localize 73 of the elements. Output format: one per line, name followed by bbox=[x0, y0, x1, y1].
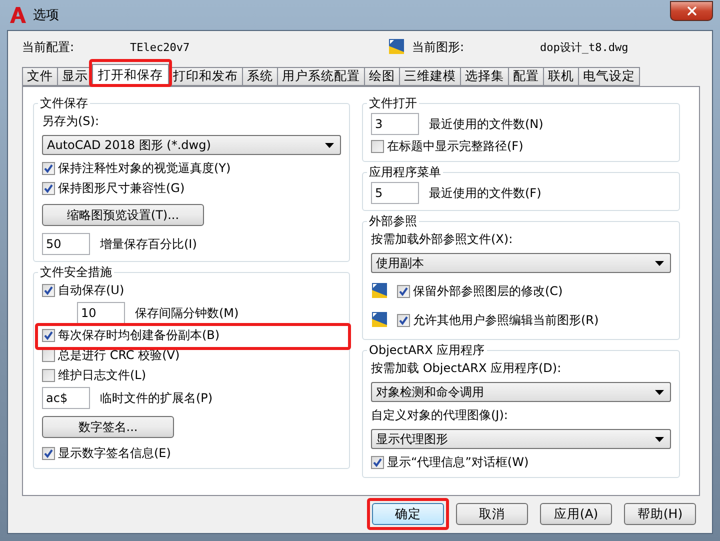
drawing-file-icon bbox=[371, 282, 389, 300]
dropdown[interactable]: 使用副本 bbox=[371, 253, 671, 273]
tab[interactable]: 文件 bbox=[22, 67, 58, 86]
checkbox[interactable]: 允许其他用户参照编辑当前图形(R) bbox=[397, 312, 599, 328]
tab[interactable]: 用户系统配置 bbox=[277, 67, 365, 86]
group-title: 应用程序菜单 bbox=[368, 164, 442, 181]
tab[interactable]: 电气设定 bbox=[578, 67, 640, 86]
dropdown[interactable]: AutoCAD 2018 图形 (*.dwg) bbox=[42, 135, 341, 155]
field-label: 最近使用的文件数(F) bbox=[429, 184, 542, 202]
tab[interactable]: 三维建模 bbox=[399, 67, 461, 86]
field-label: 临时文件的扩展名(P) bbox=[100, 390, 213, 406]
checkmark-icon bbox=[44, 449, 53, 458]
checkmark-icon bbox=[44, 286, 53, 295]
profile-label: 当前配置: bbox=[22, 38, 76, 56]
input-field[interactable]: 5 bbox=[371, 182, 419, 204]
tab[interactable]: 系统 bbox=[242, 67, 278, 86]
checkbox[interactable]: 每次保存时均创建备份副本(B) bbox=[42, 327, 220, 344]
settings-button[interactable]: 数字签名... bbox=[42, 416, 174, 438]
profile-name: TElec20v7 bbox=[130, 40, 191, 54]
drawing-file-icon bbox=[371, 311, 389, 329]
caret-icon bbox=[655, 436, 664, 442]
caret-icon bbox=[655, 390, 664, 394]
drawing-name: dop设计_t8.dwg bbox=[540, 40, 628, 54]
group-title: ObjectARX 应用程序 bbox=[368, 342, 486, 359]
tab[interactable]: 联机 bbox=[543, 67, 579, 86]
field-label: 增量保存百分比(I) bbox=[100, 236, 197, 252]
checkmark-icon bbox=[44, 164, 53, 173]
settings-button[interactable]: 缩略图预览设置(T)... bbox=[42, 204, 204, 226]
dropdown[interactable]: 显示代理图形 bbox=[371, 429, 671, 449]
checkbox[interactable]: 维护日志文件(L) bbox=[42, 367, 146, 384]
tab[interactable]: 绘图 bbox=[364, 67, 400, 86]
dropdown[interactable]: 对象检测和命令调用 bbox=[371, 382, 671, 402]
field-label: 按需加载 ObjectARX 应用程序(D): bbox=[371, 360, 562, 377]
tab[interactable]: 打开和保存 bbox=[92, 64, 169, 86]
drawing-file-icon bbox=[388, 38, 406, 56]
dialog-button[interactable]: 应用(A) bbox=[540, 503, 612, 525]
checkmark-icon bbox=[44, 184, 53, 193]
checkmark-icon bbox=[373, 458, 382, 467]
drawing-label: 当前图形: bbox=[412, 38, 466, 56]
dialog-button[interactable]: 帮助(H) bbox=[624, 503, 696, 525]
field-label: 另存为(S): bbox=[42, 113, 100, 130]
app-logo-icon bbox=[9, 6, 27, 24]
tab[interactable]: 选择集 bbox=[460, 67, 509, 86]
input-field[interactable]: ac$ bbox=[42, 387, 90, 409]
input-field[interactable]: 3 bbox=[371, 113, 419, 135]
checkbox[interactable]: 自动保存(U) bbox=[42, 282, 124, 299]
window-title: 选项 bbox=[33, 7, 60, 24]
close-icon bbox=[684, 4, 698, 18]
tab[interactable]: 配置 bbox=[508, 67, 544, 86]
input-field[interactable]: 10 bbox=[77, 302, 125, 324]
checkmark-icon bbox=[399, 316, 408, 324]
field-label: 按需加载外部参照文件(X): bbox=[371, 231, 514, 248]
checkmark-icon bbox=[399, 286, 408, 296]
checkbox[interactable]: 保留外部参照图层的修改(C) bbox=[397, 282, 563, 300]
group-title: 文件保存 bbox=[39, 95, 89, 112]
dialog-button[interactable]: 取消 bbox=[456, 503, 528, 525]
field-label: 保存间隔分钟数(M) bbox=[135, 304, 239, 322]
input-field[interactable]: 50 bbox=[42, 233, 90, 255]
dialog-button[interactable]: 确定 bbox=[372, 503, 444, 525]
caret-icon bbox=[655, 260, 664, 266]
field-label: 自定义对象的代理图像(J): bbox=[371, 407, 509, 424]
checkbox[interactable]: 保持图形尺寸兼容性(G) bbox=[42, 180, 185, 197]
caret-icon bbox=[325, 142, 334, 148]
group-title: 文件安全措施 bbox=[39, 264, 113, 281]
group-title: 外部参照 bbox=[368, 213, 418, 230]
close-button[interactable] bbox=[670, 1, 713, 21]
group-title: 文件打开 bbox=[368, 95, 418, 112]
checkbox[interactable]: 显示数字签名信息(E) bbox=[42, 445, 171, 462]
field-label: 最近使用的文件数(N) bbox=[429, 116, 544, 132]
checkmark-icon bbox=[44, 331, 53, 340]
checkbox[interactable]: 显示“代理信息”对话框(W) bbox=[371, 454, 529, 471]
checkbox[interactable]: 在标题中显示完整路径(F) bbox=[371, 138, 524, 155]
checkbox[interactable]: 保持注释性对象的视觉逼真度(Y) bbox=[42, 160, 231, 177]
